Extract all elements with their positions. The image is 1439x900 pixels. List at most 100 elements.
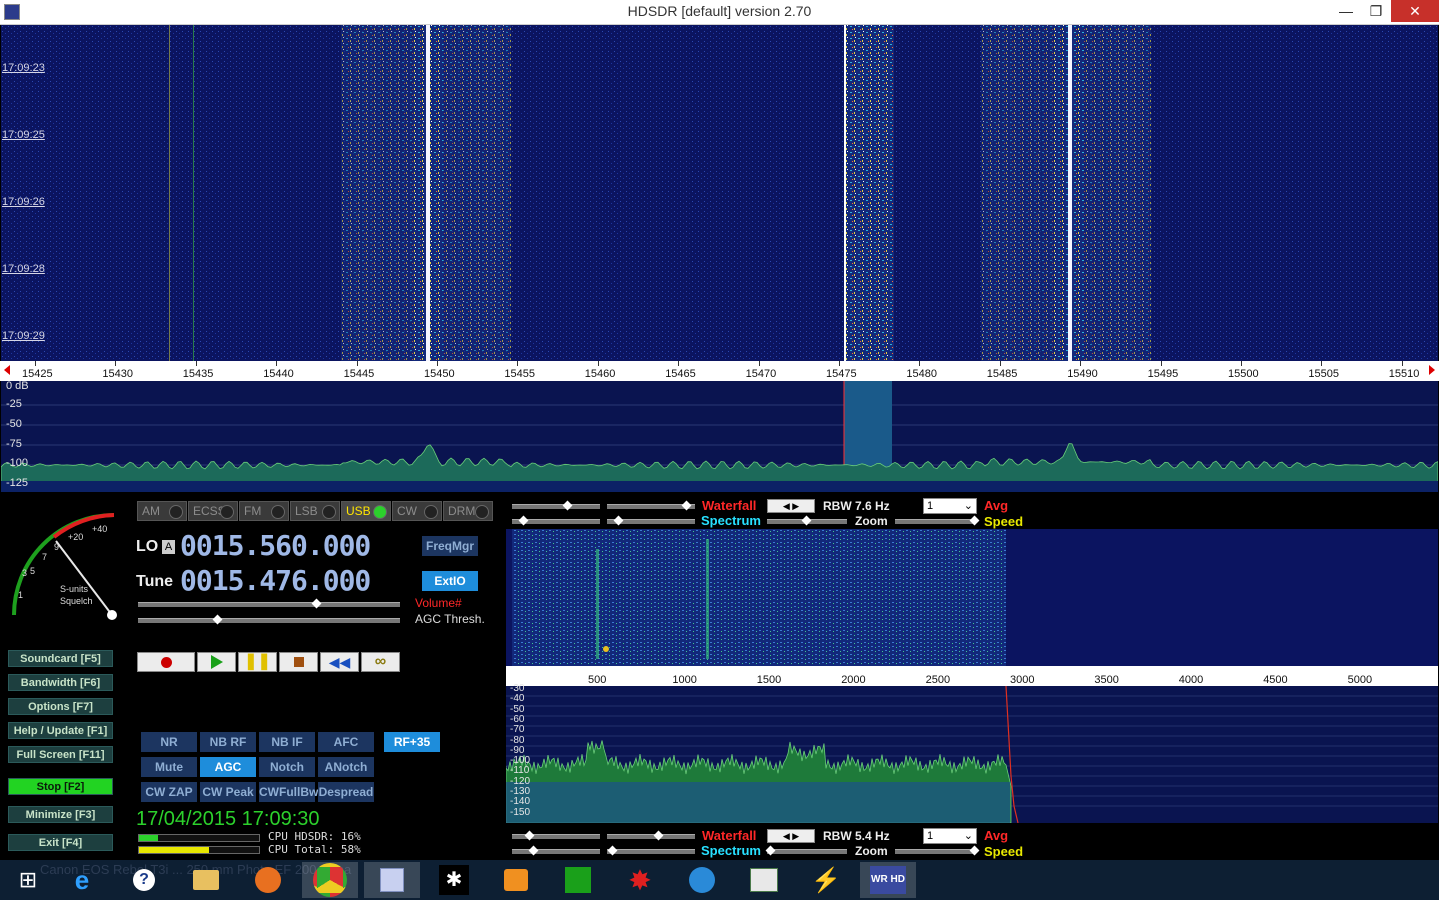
- side-button[interactable]: Full Screen [F11]: [8, 746, 113, 763]
- frequency-tick: 15440: [263, 368, 294, 380]
- sub-top-slider-3[interactable]: [512, 515, 600, 526]
- rf-gain-button[interactable]: RF+35: [384, 732, 440, 752]
- sub-bottom-zoom-slider[interactable]: [765, 845, 847, 856]
- dsp-button-notch[interactable]: Notch: [259, 757, 315, 777]
- taskbar-firefox[interactable]: [240, 862, 296, 898]
- mode-button-cw[interactable]: CW: [392, 501, 442, 521]
- mode-button-am[interactable]: AM: [137, 501, 187, 521]
- volume-slider[interactable]: [138, 598, 400, 609]
- scroll-left-icon[interactable]: [4, 365, 10, 375]
- side-button[interactable]: Soundcard [F5]: [8, 650, 113, 667]
- tune-frequency[interactable]: 0015.476.000: [180, 564, 371, 597]
- frequency-tick-mark: [597, 361, 599, 366]
- side-button[interactable]: Stop [F2]: [8, 778, 113, 795]
- play-button[interactable]: [197, 652, 236, 672]
- side-button[interactable]: Exit [F4]: [8, 834, 113, 851]
- loop-button[interactable]: ∞: [361, 652, 400, 672]
- sub-top-speed-label: Speed: [984, 514, 1024, 529]
- sub-top-slider-2[interactable]: [607, 500, 695, 511]
- sub-bottom-avg-dropdown[interactable]: 1 ⌄: [923, 828, 977, 844]
- dsp-button-nb-rf[interactable]: NB RF: [200, 732, 256, 752]
- book-icon: [750, 868, 778, 892]
- mode-button-usb[interactable]: USB: [341, 501, 391, 521]
- frequency-tick: 15425: [22, 368, 53, 380]
- start-button[interactable]: ⊞: [0, 862, 56, 898]
- frequency-tick-mark: [1321, 361, 1323, 366]
- main-spectrum[interactable]: [1, 381, 1438, 492]
- close-button[interactable]: ✕: [1391, 0, 1439, 22]
- dsp-button-mute[interactable]: Mute: [141, 757, 197, 777]
- internet-explorer-icon: e: [74, 864, 90, 895]
- mode-button-ecss[interactable]: ECSS: [188, 501, 238, 521]
- s-meter[interactable]: [4, 505, 124, 625]
- taskbar-hdsdr[interactable]: WR HD: [860, 862, 916, 898]
- frequency-tick-mark: [999, 361, 1001, 366]
- sub-top-zoom-slider[interactable]: [767, 515, 847, 526]
- taskbar-store[interactable]: [550, 862, 606, 898]
- taskbar-ie[interactable]: e: [54, 862, 110, 898]
- dsp-button-anotch[interactable]: ANotch: [318, 757, 374, 777]
- title-bar: HDSDR [default] version 2.70 — ❐ ✕: [0, 0, 1439, 25]
- sub-top-rbw: RBW 7.6 Hz: [823, 499, 890, 513]
- taskbar-app-wave[interactable]: [674, 862, 730, 898]
- stop-icon: [293, 657, 304, 667]
- sub-bottom-speed-slider[interactable]: [895, 845, 980, 856]
- taskbar-app-tool[interactable]: ⚡: [798, 862, 854, 898]
- lo-frequency[interactable]: 0015.560.000: [180, 529, 371, 562]
- extio-button[interactable]: ExtIO: [422, 571, 478, 591]
- mode-label: LSB: [295, 504, 318, 518]
- taskbar-chrome[interactable]: [302, 862, 358, 898]
- taskbar-app-3[interactable]: ✱: [426, 862, 482, 898]
- sub-top-speed-slider[interactable]: [895, 515, 980, 526]
- taskbar-app-doc[interactable]: [736, 862, 792, 898]
- mode-button-drm[interactable]: DRM: [443, 501, 493, 521]
- dsp-button-cw-zap[interactable]: CW ZAP: [141, 782, 197, 802]
- mode-button-fm[interactable]: FM: [239, 501, 289, 521]
- sub-bottom-slider-2[interactable]: [607, 830, 695, 841]
- side-button[interactable]: Bandwidth [F6]: [8, 674, 113, 691]
- taskbar-explorer[interactable]: [178, 862, 234, 898]
- dsp-button-cwfullbw[interactable]: CWFullBw: [259, 782, 318, 802]
- rewind-button[interactable]: ◀◀: [320, 652, 359, 672]
- window-title: HDSDR [default] version 2.70: [627, 3, 812, 19]
- side-button[interactable]: Help / Update [F1]: [8, 722, 113, 739]
- frequency-tick: 15490: [1067, 368, 1098, 380]
- audio-waterfall[interactable]: [506, 529, 1438, 666]
- pause-button[interactable]: ❚❚: [238, 652, 277, 672]
- sub-top-slider-1[interactable]: [512, 500, 600, 511]
- dsp-button-cw-peak[interactable]: CW Peak: [200, 782, 256, 802]
- splash-icon: ✸: [628, 864, 652, 896]
- taskbar-media[interactable]: [488, 862, 544, 898]
- sub-top-slider-4[interactable]: [607, 515, 695, 526]
- dsp-button-afc[interactable]: AFC: [318, 732, 374, 752]
- taskbar-app-paint[interactable]: ✸: [612, 862, 668, 898]
- lo-badge[interactable]: A: [162, 540, 175, 554]
- dsp-button-nb-if[interactable]: NB IF: [259, 732, 315, 752]
- frequency-tick-mark: [517, 361, 519, 366]
- agc-threshold-slider[interactable]: [138, 614, 400, 625]
- sub-bottom-slider-1[interactable]: [512, 830, 600, 841]
- taskbar-app-2[interactable]: [364, 862, 420, 898]
- sub-bottom-slider-4[interactable]: [607, 845, 695, 856]
- side-button[interactable]: Minimize [F3]: [8, 806, 113, 823]
- dsp-button-agc-slow[interactable]: AGC Slow: [200, 757, 256, 794]
- dsp-button-despread[interactable]: Despread: [318, 782, 374, 802]
- restore-button[interactable]: ❐: [1361, 0, 1391, 22]
- sub-bottom-slider-3[interactable]: [512, 845, 600, 856]
- sub-bottom-arrows[interactable]: ◀ ▶: [767, 829, 815, 843]
- audio-spectrum[interactable]: [506, 686, 1438, 823]
- side-button[interactable]: Options [F7]: [8, 698, 113, 715]
- freqmgr-button[interactable]: FreqMgr: [422, 536, 478, 556]
- frequency-scale[interactable]: 15425 15430 15435 15440 15445 15450 15455 15460…: [0, 361, 1439, 381]
- main-waterfall[interactable]: [1, 25, 1438, 361]
- minimize-button[interactable]: —: [1331, 0, 1361, 22]
- sub-top-avg-dropdown[interactable]: 1 ⌄: [923, 498, 977, 514]
- mode-button-lsb[interactable]: LSB: [290, 501, 340, 521]
- record-button[interactable]: [137, 652, 195, 672]
- dsp-button-nr[interactable]: NR: [141, 732, 197, 752]
- sub-top-arrows[interactable]: ◀ ▶: [767, 499, 815, 513]
- taskbar-help[interactable]: ?: [116, 862, 172, 898]
- stop-playback-button[interactable]: [279, 652, 318, 672]
- scroll-right-icon[interactable]: [1429, 365, 1435, 375]
- audio-frequency-scale[interactable]: [506, 666, 1438, 686]
